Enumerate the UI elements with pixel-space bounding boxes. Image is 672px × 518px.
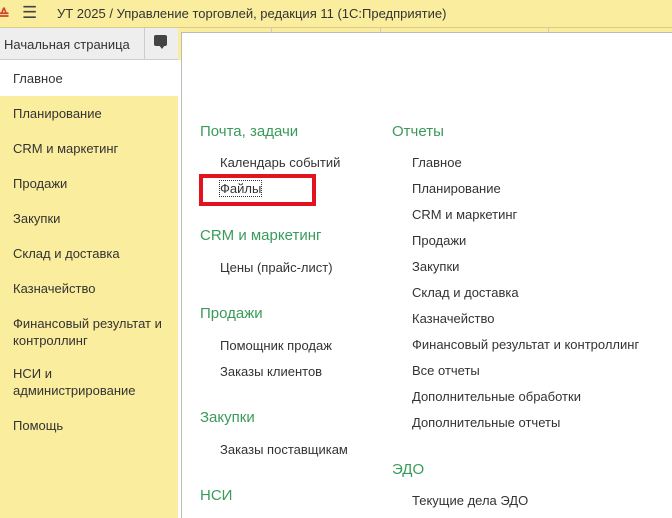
sidebar-item-admin[interactable]: НСИ и администрирование <box>0 365 178 399</box>
main-menu-icon[interactable]: ☰ <box>22 3 37 23</box>
title-bar: ≙ ☰ УТ 2025 / Управление торговлей, реда… <box>0 0 672 28</box>
report-link[interactable]: Финансовый результат и контроллинг <box>412 337 639 352</box>
group-header-edo: ЭДО <box>392 461 425 478</box>
window-title: УТ 2025 / Управление торговлей, редакция… <box>57 6 447 21</box>
sidebar-item-purchases[interactable]: Закупки <box>0 210 178 227</box>
report-link[interactable]: Казначейство <box>412 311 494 326</box>
report-link[interactable]: Склад и доставка <box>412 285 519 300</box>
app-logo-icon[interactable]: ≙ <box>0 6 10 23</box>
group-header-reports: Отчеты <box>392 123 444 140</box>
sidebar-item-crm[interactable]: CRM и маркетинг <box>0 140 178 157</box>
report-link[interactable]: CRM и маркетинг <box>412 207 517 222</box>
report-link[interactable]: Главное <box>412 155 462 170</box>
link-edo-tasks[interactable]: Текущие дела ЭДО <box>412 493 528 508</box>
report-link[interactable]: Все отчеты <box>412 363 480 378</box>
sidebar-item-main[interactable]: Главное <box>0 60 178 96</box>
sidebar-item-sales[interactable]: Продажи <box>0 175 178 192</box>
group-header-mail: Почта, задачи <box>200 123 299 140</box>
sidebar-item-warehouse[interactable]: Склад и доставка <box>0 245 178 262</box>
report-link[interactable]: Планирование <box>412 181 501 196</box>
report-link[interactable]: Дополнительные обработки <box>412 389 581 404</box>
discussions-button[interactable] <box>145 28 178 60</box>
highlight-box <box>199 174 316 206</box>
sections-sidebar: Главное Планирование CRM и маркетинг Про… <box>0 60 178 518</box>
group-header-crm: CRM и маркетинг <box>200 227 322 244</box>
link-calendar[interactable]: Календарь событий <box>220 155 340 170</box>
report-link[interactable]: Закупки <box>412 259 459 274</box>
report-link[interactable]: Продажи <box>412 233 466 248</box>
sidebar-item-help[interactable]: Помощь <box>0 417 178 434</box>
group-header-sales: Продажи <box>200 305 263 322</box>
group-header-nsi: НСИ <box>200 487 233 504</box>
group-header-purchases: Закупки <box>200 409 255 426</box>
sidebar-item-planning[interactable]: Планирование <box>0 105 178 122</box>
link-prices[interactable]: Цены (прайс-лист) <box>220 260 333 275</box>
sidebar-item-finance[interactable]: Финансовый результат и контроллинг <box>0 315 178 349</box>
chat-icon <box>154 35 167 49</box>
link-sales-assistant[interactable]: Помощник продаж <box>220 338 332 353</box>
report-link[interactable]: Дополнительные отчеты <box>412 415 560 430</box>
sidebar-item-treasury[interactable]: Казначейство <box>0 280 178 297</box>
link-customer-orders[interactable]: Заказы клиентов <box>220 364 322 379</box>
link-supplier-orders[interactable]: Заказы поставщикам <box>220 442 348 457</box>
tab-home-page[interactable]: Начальная страница <box>0 28 145 60</box>
